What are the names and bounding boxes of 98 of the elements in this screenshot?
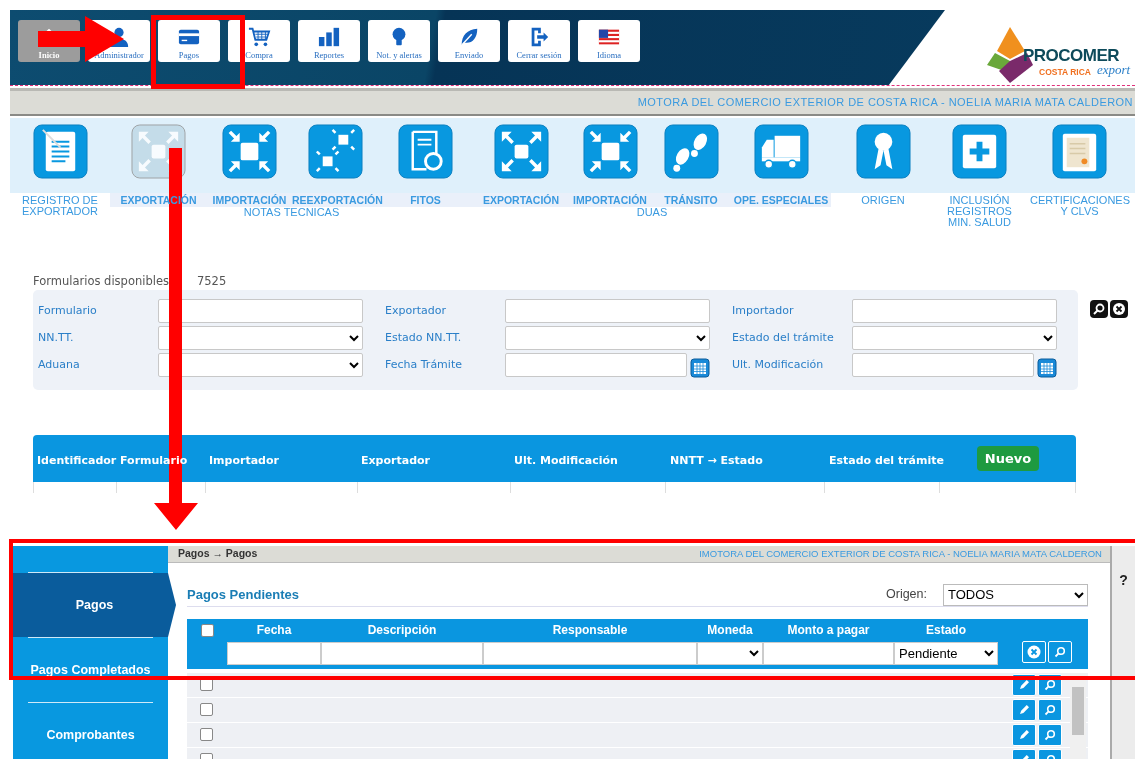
toolbar-button[interactable]: Enviado [438, 20, 500, 62]
collapse-arrows-icon[interactable] [582, 124, 638, 179]
help-text[interactable]: ? [1112, 570, 1135, 591]
breadcrumb: Pagos → Pagos [178, 546, 258, 561]
input-field[interactable] [505, 299, 710, 323]
module-label: CERTIFICACIONES Y CLVS [1029, 193, 1132, 219]
plus-icon[interactable] [952, 124, 1007, 179]
column-header: Identificador [37, 453, 117, 467]
field-label: Fecha Trámite [385, 356, 463, 373]
dropdown[interactable] [158, 326, 363, 350]
certificate-icon[interactable] [398, 124, 453, 179]
pencil-icon [1019, 705, 1029, 715]
origin-dropdown[interactable]: TODOS [943, 583, 1088, 606]
filter-dropdown[interactable] [697, 641, 763, 665]
module-label: REGISTRO DE EXPORTADOR [21, 193, 99, 219]
field-label: Exportador [385, 302, 447, 319]
bar-chart-icon [317, 25, 341, 48]
section-title: Pagos Pendientes [187, 586, 300, 604]
search-icon [1054, 645, 1066, 658]
close-icon [1027, 644, 1041, 659]
field-label: Estado del trámite [732, 329, 835, 346]
column-header: Responsable [551, 621, 629, 639]
toolbar-button[interactable]: Pagos [158, 20, 220, 62]
field-label: Ult. Modificación [732, 356, 825, 373]
field-label: Estado NN.TT. [385, 329, 463, 346]
footprints-icon[interactable] [663, 124, 719, 179]
search-icon [1044, 678, 1056, 691]
toolbar-button[interactable]: Reportes [298, 20, 360, 62]
available-label: Formularios disponibles [33, 274, 169, 288]
module-label: ORIGEN [860, 193, 906, 208]
calendar-button[interactable] [1037, 355, 1057, 375]
column-header: Moneda [706, 621, 754, 639]
select-all-checkbox[interactable] [200, 623, 214, 637]
small-arrows-icon[interactable] [307, 124, 363, 179]
module-label: EXPORTACIÓN [481, 193, 561, 207]
sidebar-item[interactable]: Pagos Completados [13, 638, 168, 702]
filter-field[interactable] [763, 641, 894, 665]
column-header: Importador [209, 453, 279, 467]
new-button[interactable]: Nuevo [976, 445, 1040, 472]
column-header: Estado del trámite [829, 453, 944, 467]
row-checkbox[interactable] [200, 703, 213, 717]
field-label: Importador [732, 302, 795, 319]
sidebar-item[interactable]: Pagos [13, 573, 176, 637]
sidebar-item[interactable]: Comprobantes [13, 703, 168, 759]
group-caption: NOTAS TECNICAS [243, 207, 340, 218]
module-label: IMPORTACIÓN [572, 193, 648, 207]
toolbar-button[interactable]: Idioma [578, 20, 640, 62]
pencil-icon [1019, 680, 1029, 690]
date-field[interactable] [505, 353, 687, 377]
toolbar-button[interactable]: Not. y alertas [368, 20, 430, 62]
calendar-button[interactable] [690, 355, 710, 375]
column-header: NNTT → Estado [670, 453, 763, 467]
search-icon [1044, 703, 1056, 716]
column-header: Fecha [255, 621, 293, 639]
clear-filter-button[interactable] [1022, 640, 1046, 663]
document-icon[interactable] [32, 124, 88, 179]
column-header: Descripción [366, 621, 438, 639]
ribbon-icon[interactable] [855, 124, 911, 179]
filter-field[interactable] [227, 641, 321, 665]
user-name-text: IMOTORA DEL COMERCIO EXTERIOR DE COSTA RICA - NOELIA MARIA MATA CALDERON [699, 546, 1102, 561]
module-label: OPE. ESPECIALES [732, 193, 830, 207]
filter-field[interactable] [321, 641, 483, 665]
group-caption: DUAS [636, 207, 668, 218]
date-field[interactable] [852, 353, 1034, 377]
module-label: INCLUSIÓN REGISTROS MIN. SALUD [946, 193, 1013, 228]
column-header: Monto a pagar [786, 621, 871, 639]
logo-tagline: COSTA RICA [1039, 67, 1091, 77]
column-header: Estado [925, 621, 967, 639]
logo-text: PROCOMER [1023, 46, 1120, 66]
truck-icon[interactable] [753, 124, 809, 179]
edit-button[interactable] [1012, 723, 1036, 746]
filter-field[interactable] [483, 641, 697, 665]
field-label: Formulario [38, 302, 98, 319]
edit-button[interactable] [1012, 698, 1036, 721]
dropdown[interactable] [158, 353, 363, 377]
row-checkbox[interactable] [200, 728, 213, 742]
available-count: 7525 [197, 274, 227, 288]
module-label: TRÁNSITO [663, 193, 719, 207]
diploma-icon[interactable] [1052, 124, 1107, 179]
scrollbar[interactable] [1070, 672, 1086, 759]
module-label: IMPORTACIÓN [211, 193, 288, 207]
field-label: Aduana [38, 356, 81, 373]
input-field[interactable] [852, 299, 1057, 323]
toolbar-button[interactable]: Compra [228, 20, 290, 62]
input-field[interactable] [158, 299, 363, 323]
user-name-text: MOTORA DEL COMERCIO EXTERIOR DE COSTA RICA - NOELIA MARIA MATA CALDERON [637, 95, 1133, 111]
cart-icon [247, 25, 271, 48]
field-label: Origen: [886, 586, 927, 604]
field-label: NN.TT. [38, 329, 75, 346]
column-header: Ult. Modificación [514, 453, 618, 467]
collapse-arrows-icon[interactable] [222, 124, 277, 179]
search-icon [1044, 728, 1056, 741]
toolbar-button[interactable]: Cerrar sesión [508, 20, 570, 62]
column-header: Exportador [361, 453, 430, 467]
logo-script: export [1097, 63, 1131, 76]
expand-arrows-icon[interactable] [493, 124, 549, 179]
filter-dropdown[interactable]: Pendiente [894, 641, 998, 665]
pencil-icon [1019, 730, 1029, 740]
